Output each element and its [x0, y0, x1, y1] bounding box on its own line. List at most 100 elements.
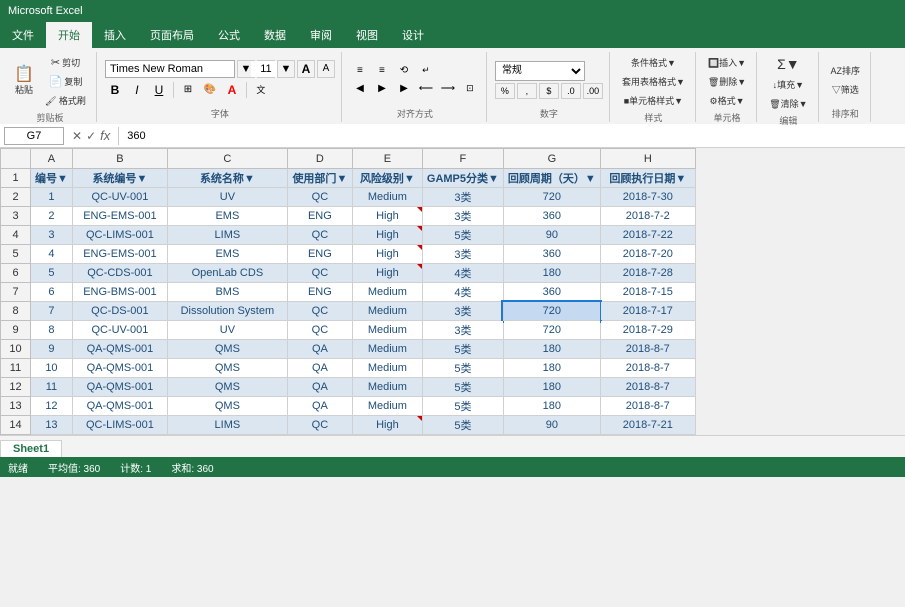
cell-B6[interactable]: QC-CDS-001: [72, 264, 167, 283]
cell-C7[interactable]: BMS: [167, 283, 287, 302]
phonetic-button[interactable]: 文: [251, 80, 271, 100]
cell-A10[interactable]: 9: [31, 340, 73, 359]
cell-B13[interactable]: QA-QMS-001: [72, 397, 167, 416]
insert-btn[interactable]: 🔲插入▼: [704, 54, 750, 71]
cell-C4[interactable]: LIMS: [167, 226, 287, 245]
cell-E4[interactable]: High: [352, 226, 422, 245]
cell-H12[interactable]: 2018-8-7: [600, 378, 695, 397]
cell-C6[interactable]: OpenLab CDS: [167, 264, 287, 283]
header-H[interactable]: 回顾执行日期▼: [600, 169, 695, 188]
decimal-decrease-btn[interactable]: .00: [583, 83, 603, 99]
cell-G7[interactable]: 360: [503, 283, 600, 302]
tab-formula[interactable]: 公式: [206, 22, 252, 48]
cell-F10[interactable]: 5类: [422, 340, 503, 359]
cell-G13[interactable]: 180: [503, 397, 600, 416]
cell-D5[interactable]: ENG: [287, 245, 352, 264]
col-header-A[interactable]: A: [31, 149, 73, 169]
cell-D12[interactable]: QA: [287, 378, 352, 397]
cell-A3[interactable]: 2: [31, 207, 73, 226]
cell-D14[interactable]: QC: [287, 416, 352, 435]
col-header-F[interactable]: F: [422, 149, 503, 169]
cell-E6[interactable]: High: [352, 264, 422, 283]
copy-button[interactable]: 📄 复制: [41, 73, 90, 90]
cell-B4[interactable]: QC-LIMS-001: [72, 226, 167, 245]
cell-B2[interactable]: QC-UV-001: [72, 188, 167, 207]
cell-G10[interactable]: 180: [503, 340, 600, 359]
col-header-E[interactable]: E: [352, 149, 422, 169]
cell-G4[interactable]: 90: [503, 226, 600, 245]
cell-C11[interactable]: QMS: [167, 359, 287, 378]
cell-C10[interactable]: QMS: [167, 340, 287, 359]
cell-E11[interactable]: Medium: [352, 359, 422, 378]
align-top-right-btn[interactable]: ⟲: [394, 63, 414, 79]
cell-B8[interactable]: QC-DS-001: [72, 302, 167, 321]
paste-button[interactable]: 📋 粘贴: [10, 65, 38, 98]
cell-B9[interactable]: QC-UV-001: [72, 321, 167, 340]
cell-C2[interactable]: UV: [167, 188, 287, 207]
format-table-btn[interactable]: 套用表格格式▼: [618, 73, 689, 90]
cell-H2[interactable]: 2018-7-30: [600, 188, 695, 207]
cell-D9[interactable]: QC: [287, 321, 352, 340]
cell-F7[interactable]: 4类: [422, 283, 503, 302]
format-btn[interactable]: ⚙格式▼: [704, 92, 750, 109]
format-painter-button[interactable]: 🖌 格式刷: [41, 92, 90, 109]
cell-E13[interactable]: Medium: [352, 397, 422, 416]
cell-A14[interactable]: 13: [31, 416, 73, 435]
cell-E2[interactable]: Medium: [352, 188, 422, 207]
cell-B7[interactable]: ENG-BMS-001: [72, 283, 167, 302]
cell-C5[interactable]: EMS: [167, 245, 287, 264]
delete-btn[interactable]: 🗑删除▼: [704, 73, 750, 90]
sheet-tab-sheet1[interactable]: Sheet1: [0, 440, 62, 457]
font-increase-btn[interactable]: A: [297, 60, 315, 78]
cell-D10[interactable]: QA: [287, 340, 352, 359]
indent-increase-btn[interactable]: ⟶: [438, 81, 458, 97]
cell-F12[interactable]: 5类: [422, 378, 503, 397]
cell-C12[interactable]: QMS: [167, 378, 287, 397]
cell-D11[interactable]: QA: [287, 359, 352, 378]
italic-button[interactable]: I: [127, 80, 147, 100]
number-format-select[interactable]: 常规: [495, 61, 585, 81]
merge-center-btn[interactable]: ⊡: [460, 81, 480, 97]
cell-E8[interactable]: Medium: [352, 302, 422, 321]
cancel-icon[interactable]: ✕: [72, 129, 82, 143]
cell-D8[interactable]: QC: [287, 302, 352, 321]
cell-A12[interactable]: 11: [31, 378, 73, 397]
font-size-dropdown-btn[interactable]: ▼: [277, 60, 295, 78]
font-decrease-btn[interactable]: A: [317, 60, 335, 78]
cell-F8[interactable]: 3类: [422, 302, 503, 321]
cell-H5[interactable]: 2018-7-20: [600, 245, 695, 264]
cell-G9[interactable]: 720: [503, 321, 600, 340]
header-A[interactable]: 编号▼: [31, 169, 73, 188]
cell-C9[interactable]: UV: [167, 321, 287, 340]
col-header-C[interactable]: C: [167, 149, 287, 169]
cell-H13[interactable]: 2018-8-7: [600, 397, 695, 416]
cell-H6[interactable]: 2018-7-28: [600, 264, 695, 283]
col-header-H[interactable]: H: [600, 149, 695, 169]
align-center-btn[interactable]: ▶: [372, 81, 392, 97]
cell-A8[interactable]: 7: [31, 302, 73, 321]
cell-B3[interactable]: ENG-EMS-001: [72, 207, 167, 226]
align-top-center-btn[interactable]: ≡: [372, 63, 392, 79]
cell-G2[interactable]: 720: [503, 188, 600, 207]
cell-F2[interactable]: 3类: [422, 188, 503, 207]
cell-D7[interactable]: ENG: [287, 283, 352, 302]
underline-button[interactable]: U: [149, 80, 169, 100]
col-header-D[interactable]: D: [287, 149, 352, 169]
cell-H8[interactable]: 2018-7-17: [600, 302, 695, 321]
header-C[interactable]: 系统名称▼: [167, 169, 287, 188]
col-header-G[interactable]: G: [503, 149, 600, 169]
cell-E5[interactable]: High: [352, 245, 422, 264]
cell-E9[interactable]: Medium: [352, 321, 422, 340]
confirm-icon[interactable]: ✓: [86, 129, 96, 143]
tab-design[interactable]: 设计: [390, 22, 436, 48]
clear-btn[interactable]: 🗑清除▼: [765, 95, 811, 112]
align-top-left-btn[interactable]: ≡: [350, 63, 370, 79]
cell-G6[interactable]: 180: [503, 264, 600, 283]
cell-H4[interactable]: 2018-7-22: [600, 226, 695, 245]
percent-btn[interactable]: %: [495, 83, 515, 99]
currency-btn[interactable]: $: [539, 83, 559, 99]
cell-G3[interactable]: 360: [503, 207, 600, 226]
tab-page-layout[interactable]: 页面布局: [138, 22, 206, 48]
cell-B11[interactable]: QA-QMS-001: [72, 359, 167, 378]
formula-input[interactable]: [123, 127, 901, 145]
